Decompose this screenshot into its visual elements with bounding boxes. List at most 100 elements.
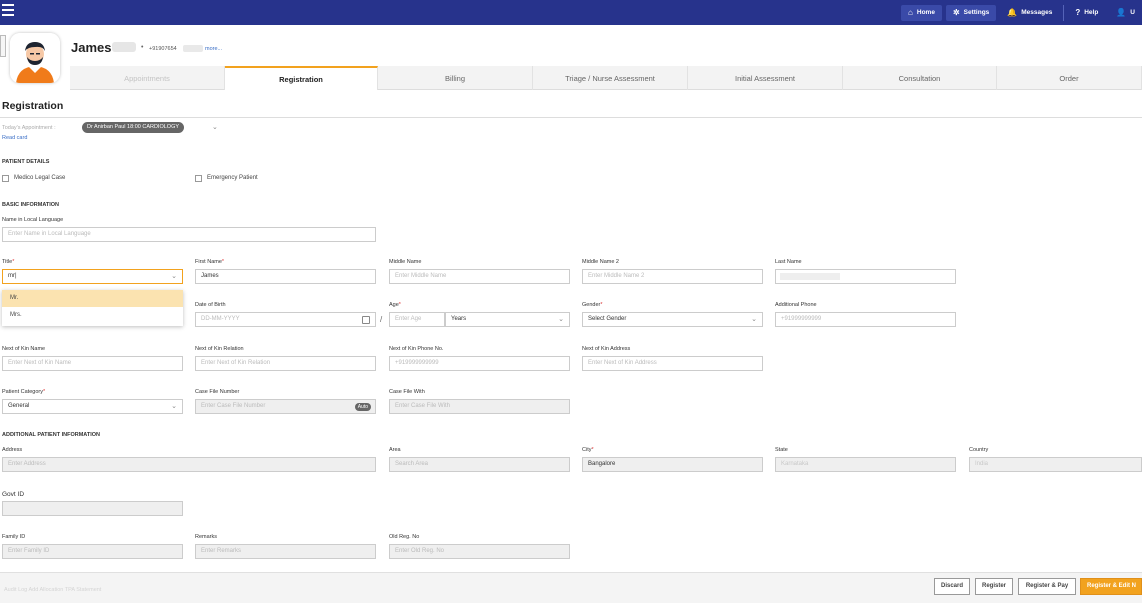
additional-info-heading: ADDITIONAL PATIENT INFORMATION bbox=[2, 432, 100, 438]
calendar-icon[interactable] bbox=[362, 316, 370, 324]
remarks-input[interactable]: Enter Remarks bbox=[195, 544, 376, 559]
redacted-phone bbox=[183, 45, 203, 52]
age-input[interactable]: Enter Age bbox=[389, 312, 445, 327]
medico-legal-checkbox[interactable] bbox=[2, 175, 9, 182]
case-file-number-input[interactable]: Enter Case File Number Auto bbox=[195, 399, 376, 414]
title-option-mr[interactable]: Mr. bbox=[2, 290, 183, 307]
dob-input[interactable]: DD-MM-YYYY bbox=[195, 312, 376, 327]
nav-user-button[interactable]: 👤 U bbox=[1109, 5, 1142, 21]
page-title: Registration bbox=[2, 100, 64, 112]
case-file-number-placeholder: Enter Case File Number bbox=[201, 403, 266, 409]
address-input[interactable]: Enter Address bbox=[2, 457, 376, 472]
header-separator: • bbox=[141, 44, 144, 51]
local-name-input[interactable]: Enter Name in Local Language bbox=[2, 227, 376, 242]
title-dropdown-menu: Mr. Mrs. bbox=[2, 290, 183, 326]
additional-phone-label: Additional Phone bbox=[775, 302, 817, 308]
tab-triage-nurse-assessment[interactable]: Triage / Nurse Assessment bbox=[533, 66, 688, 90]
basic-info-heading: BASIC INFORMATION bbox=[2, 202, 60, 208]
country-input[interactable]: India bbox=[969, 457, 1142, 472]
old-reg-label: Old Reg. No bbox=[389, 534, 420, 540]
module-tabs: Appointments Registration Billing Triage / … bbox=[70, 66, 1142, 90]
tab-billing[interactable]: Billing bbox=[378, 66, 533, 90]
auto-badge[interactable]: Auto bbox=[354, 403, 371, 411]
top-navigation-bar: ⌂ Home ✲ Settings 🔔 Messages? Help 👤 U bbox=[0, 0, 1142, 25]
case-file-with-input[interactable]: Enter Case File With bbox=[389, 399, 570, 414]
dob-placeholder: DD-MM-YYYY bbox=[201, 316, 240, 322]
title-label: Title* bbox=[2, 259, 15, 265]
gear-icon: ✲ bbox=[952, 7, 960, 17]
case-file-number-label: Case File Number bbox=[195, 389, 240, 395]
nav-help-button[interactable]: ? Help bbox=[1068, 5, 1105, 21]
kin-relation-label: Next of Kin Relation bbox=[195, 346, 244, 352]
kin-relation-input[interactable]: Enter Next of Kin Relation bbox=[195, 356, 376, 371]
family-id-input[interactable]: Enter Family ID bbox=[2, 544, 183, 559]
area-input[interactable]: Search Area bbox=[389, 457, 570, 472]
nav-settings-button[interactable]: ✲ Settings bbox=[945, 4, 997, 21]
nav-settings-label: Settings bbox=[963, 9, 990, 16]
title-value: mr| bbox=[8, 273, 17, 279]
nav-help-label: Help bbox=[1084, 9, 1099, 16]
chevron-down-icon: ⌄ bbox=[171, 403, 177, 410]
avatar bbox=[10, 33, 60, 83]
remarks-label: Remarks bbox=[195, 534, 218, 540]
gender-select[interactable]: Select Gender ⌄ bbox=[582, 312, 763, 327]
read-card-link[interactable]: Read card bbox=[2, 135, 27, 141]
first-name-input[interactable]: James bbox=[195, 269, 376, 284]
user-icon: 👤 bbox=[1116, 7, 1127, 17]
emergency-label: Emergency Patient bbox=[207, 175, 258, 181]
title-select[interactable]: mr| ⌄ bbox=[2, 269, 183, 284]
govt-id-input[interactable] bbox=[2, 501, 183, 516]
age-separator: / bbox=[380, 315, 383, 324]
tab-registration[interactable]: Registration bbox=[225, 66, 378, 90]
kin-name-input[interactable]: Enter Next of Kin Name bbox=[2, 356, 183, 371]
register-pay-button[interactable]: Register & Pay bbox=[1018, 578, 1076, 595]
register-button[interactable]: Register bbox=[975, 578, 1013, 595]
footer-bar: Audit Log Add Allocation TPA Statement bbox=[0, 572, 1142, 603]
patient-avatar-icon bbox=[10, 33, 60, 83]
nav-home-button[interactable]: ⌂ Home bbox=[901, 4, 942, 21]
footer-links[interactable]: Audit Log Add Allocation TPA Statement bbox=[4, 587, 101, 593]
state-label: State bbox=[775, 447, 788, 453]
middle-name-2-input[interactable]: Enter Middle Name 2 bbox=[582, 269, 763, 284]
country-label: Country bbox=[969, 447, 989, 453]
dob-label: Date of Birth bbox=[195, 302, 226, 308]
old-reg-input[interactable]: Enter Old Reg. No bbox=[389, 544, 570, 559]
chevron-down-icon: ⌄ bbox=[171, 273, 177, 280]
additional-phone-input[interactable]: +91999999999 bbox=[775, 312, 956, 327]
bell-icon: 🔔 bbox=[1007, 7, 1018, 17]
emergency-checkbox[interactable] bbox=[195, 175, 202, 182]
gender-value: Select Gender bbox=[588, 316, 627, 322]
nav-messages-label: Messages bbox=[1021, 9, 1053, 16]
last-name-input[interactable] bbox=[775, 269, 956, 284]
title-option-mrs[interactable]: Mrs. bbox=[2, 307, 183, 324]
appointment-chip[interactable]: Dr Anirban Paul 18:00 CARDIOLOGY bbox=[82, 122, 185, 133]
discard-button[interactable]: Discard bbox=[934, 578, 970, 595]
tab-initial-assessment[interactable]: Initial Assessment bbox=[688, 66, 843, 90]
kin-address-input[interactable]: Enter Next of Kin Address bbox=[582, 356, 763, 371]
kin-phone-input[interactable]: +919999999999 bbox=[389, 356, 570, 371]
first-name-label: First Name* bbox=[195, 259, 225, 265]
patient-category-select[interactable]: General ⌄ bbox=[2, 399, 183, 414]
chevron-down-icon[interactable]: ⌄ bbox=[212, 123, 218, 131]
age-unit-select[interactable]: Years ⌄ bbox=[445, 312, 570, 327]
side-collapse-handle[interactable] bbox=[0, 35, 6, 57]
hamburger-menu-icon[interactable] bbox=[2, 4, 14, 16]
patient-phone: +91907654 bbox=[149, 46, 177, 52]
chevron-down-icon: ⌄ bbox=[558, 316, 564, 323]
patient-details-heading: PATIENT DETAILS bbox=[2, 159, 50, 165]
middle-name-input[interactable]: Enter Middle Name bbox=[389, 269, 570, 284]
area-label: Area bbox=[389, 447, 401, 453]
gender-label: Gender* bbox=[582, 302, 603, 308]
state-input[interactable]: Karnataka bbox=[775, 457, 956, 472]
patient-more-link[interactable]: more... bbox=[205, 46, 222, 52]
tab-order[interactable]: Order bbox=[997, 66, 1142, 90]
register-edit-button[interactable]: Register & Edit N bbox=[1080, 578, 1142, 595]
tab-consultation[interactable]: Consultation bbox=[843, 66, 997, 90]
title-divider bbox=[0, 117, 1142, 118]
nav-separator bbox=[1063, 4, 1065, 21]
tab-appointments[interactable]: Appointments bbox=[70, 66, 225, 90]
appointment-label: Today's Appointment : bbox=[2, 125, 56, 131]
city-input[interactable]: Bangalore bbox=[582, 457, 763, 472]
patient-category-value: General bbox=[8, 403, 30, 409]
nav-messages-button[interactable]: 🔔 Messages bbox=[1000, 5, 1059, 21]
